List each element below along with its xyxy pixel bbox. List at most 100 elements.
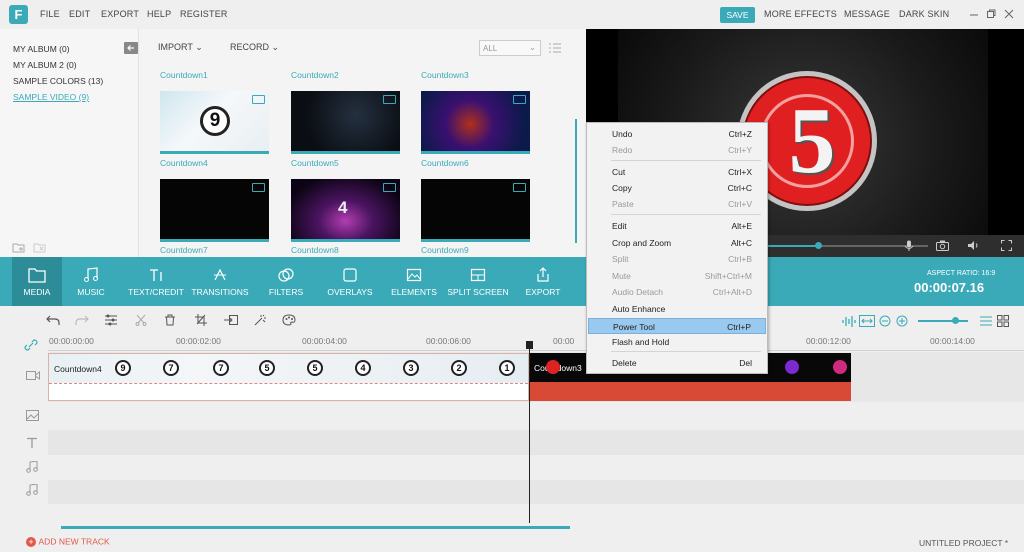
volume-icon[interactable]: [967, 240, 981, 251]
tab-text-credit[interactable]: TEXT/CREDIT: [124, 257, 188, 306]
import-label: IMPORT: [158, 42, 193, 52]
close-icon[interactable]: [1004, 9, 1014, 19]
album-item-my-album[interactable]: MY ALBUM (0): [13, 44, 70, 54]
frame-number: 7: [163, 360, 179, 376]
playback-scrubber[interactable]: [815, 242, 822, 249]
clip-thumb-countdown4[interactable]: [160, 179, 269, 242]
clip-label-countdown9[interactable]: Countdown9: [421, 245, 469, 255]
delete-icon[interactable]: [164, 314, 176, 326]
message-link[interactable]: MESSAGE: [844, 9, 890, 19]
tab-split-screen[interactable]: SPLIT SCREEN: [447, 257, 509, 306]
menu-item-cut[interactable]: Cut Ctrl+X: [588, 164, 766, 180]
import-dropdown[interactable]: IMPORT ⌄: [158, 42, 203, 53]
ruler-tick: 00:00:04:00: [302, 336, 347, 346]
frame-number: 7: [213, 360, 229, 376]
undo-icon[interactable]: [46, 314, 60, 326]
timeline-scrollbar[interactable]: [61, 526, 570, 529]
tab-music[interactable]: MUSIC: [66, 257, 116, 306]
title-bar: F FILE EDIT EXPORT HELP REGISTER SAVE MO…: [0, 0, 1024, 29]
clip-label-countdown7[interactable]: Countdown7: [160, 245, 208, 255]
clip-thumb-countdown6[interactable]: [421, 179, 530, 242]
library-scrollbar[interactable]: [575, 119, 577, 243]
menu-edit[interactable]: EDIT: [69, 9, 90, 19]
tab-overlays[interactable]: OVERLAYS: [324, 257, 376, 306]
menu-item-label: Edit: [612, 221, 627, 231]
timeline-clip-countdown4[interactable]: Countdown4 9 7 7 5 5 4 3 2 1: [48, 353, 529, 401]
playhead[interactable]: [529, 341, 530, 523]
crop-icon[interactable]: [195, 314, 207, 326]
restore-icon[interactable]: [986, 9, 996, 19]
color-palette-icon[interactable]: [282, 314, 296, 326]
menu-item-label: Cut: [612, 167, 626, 177]
clip-label-countdown8[interactable]: Countdown8: [291, 245, 339, 255]
list-view-icon[interactable]: [980, 315, 992, 327]
menu-item-delete[interactable]: Delete Del: [588, 355, 766, 371]
zoom-slider-handle[interactable]: [952, 317, 959, 324]
record-dropdown[interactable]: RECORD ⌄: [230, 42, 279, 53]
tab-export[interactable]: EXPORT: [518, 257, 568, 306]
tab-export-label: EXPORT: [525, 287, 561, 297]
filter-select[interactable]: ALL ⌄: [479, 40, 541, 56]
frame-number: 9: [115, 360, 131, 376]
save-button[interactable]: SAVE: [720, 7, 755, 23]
album-item-my-album-2[interactable]: MY ALBUM 2 (0): [13, 60, 77, 70]
menu-item-copy[interactable]: Copy Ctrl+C: [588, 180, 766, 196]
menu-help[interactable]: HELP: [147, 9, 171, 19]
clip-thumb-countdown5[interactable]: 4: [291, 179, 400, 242]
menu-item-redo: Redo Ctrl+Y: [588, 142, 766, 158]
cut-icon[interactable]: [135, 314, 147, 326]
menu-file[interactable]: FILE: [40, 9, 60, 19]
fit-timeline-icon[interactable]: [859, 315, 875, 327]
menu-item-edit[interactable]: Edit Alt+E: [588, 218, 766, 234]
tab-transitions[interactable]: TRANSITIONS: [188, 257, 252, 306]
audio-wave-icon[interactable]: [842, 315, 856, 327]
clip-thumb-countdown3[interactable]: [421, 91, 530, 154]
menu-register[interactable]: REGISTER: [180, 9, 228, 19]
zoom-out-icon[interactable]: [879, 315, 891, 327]
detach-icon[interactable]: [224, 314, 238, 326]
video-camera-icon: [383, 95, 396, 104]
album-item-sample-colors[interactable]: SAMPLE COLORS (13): [13, 76, 103, 86]
tab-filters[interactable]: FILTERS: [262, 257, 310, 306]
menu-item-undo[interactable]: Undo Ctrl+Z: [588, 126, 766, 142]
menu-export[interactable]: EXPORT: [101, 9, 139, 19]
clip-thumb-countdown1[interactable]: 9: [160, 91, 269, 154]
frame-number: 4: [355, 360, 371, 376]
media-library: MY ALBUM (0) MY ALBUM 2 (0) SAMPLE COLOR…: [0, 29, 586, 257]
zoom-in-icon[interactable]: [896, 315, 908, 327]
tab-elements[interactable]: ELEMENTS: [388, 257, 440, 306]
add-folder-icon[interactable]: [12, 241, 26, 253]
fullscreen-icon[interactable]: [1001, 240, 1012, 251]
menu-item-crop-and-zoom[interactable]: Crop and Zoom Alt+C: [588, 235, 766, 251]
tab-filters-label: FILTERS: [268, 287, 304, 297]
microphone-icon[interactable]: [904, 240, 914, 252]
playhead-handle[interactable]: [526, 341, 533, 349]
redo-icon[interactable]: [75, 314, 89, 326]
snapshot-icon[interactable]: [936, 240, 949, 251]
tab-split-screen-label: SPLIT SCREEN: [447, 287, 509, 297]
add-track-button[interactable]: + ADD NEW TRACK: [26, 536, 110, 547]
menu-item-flash-and-hold[interactable]: Flash and Hold: [588, 334, 766, 350]
clip-label-countdown3: Countdown3: [421, 70, 469, 80]
timeline-ruler[interactable]: 00:00:00:00 00:00:02:00 00:00:04:00 00:0…: [48, 336, 1024, 352]
grid-view-icon[interactable]: [997, 315, 1009, 327]
clip-thumb-countdown2[interactable]: [291, 91, 400, 154]
minimize-icon[interactable]: [969, 9, 979, 19]
album-item-sample-video[interactable]: SAMPLE VIDEO (9): [13, 92, 89, 102]
list-view-icon[interactable]: [549, 43, 561, 53]
video-camera-icon: [252, 183, 265, 192]
delete-folder-icon[interactable]: [33, 241, 47, 253]
more-effects-link[interactable]: MORE EFFECTS: [764, 9, 837, 19]
menu-item-power-tool[interactable]: Power Tool Ctrl+P: [588, 318, 766, 334]
adjust-icon[interactable]: [104, 314, 118, 326]
export-icon: [537, 267, 549, 282]
auto-enhance-icon[interactable]: [254, 314, 267, 326]
dark-skin-link[interactable]: DARK SKIN: [899, 9, 949, 19]
link-icon[interactable]: [24, 339, 38, 351]
collapse-sidebar-button[interactable]: [124, 42, 138, 54]
menu-item-auto-enhance[interactable]: Auto Enhance: [588, 301, 766, 317]
zoom-slider[interactable]: [918, 320, 968, 322]
image-track-icon: [26, 410, 39, 421]
folder-icon: [28, 268, 46, 283]
tab-media[interactable]: MEDIA: [12, 257, 62, 306]
